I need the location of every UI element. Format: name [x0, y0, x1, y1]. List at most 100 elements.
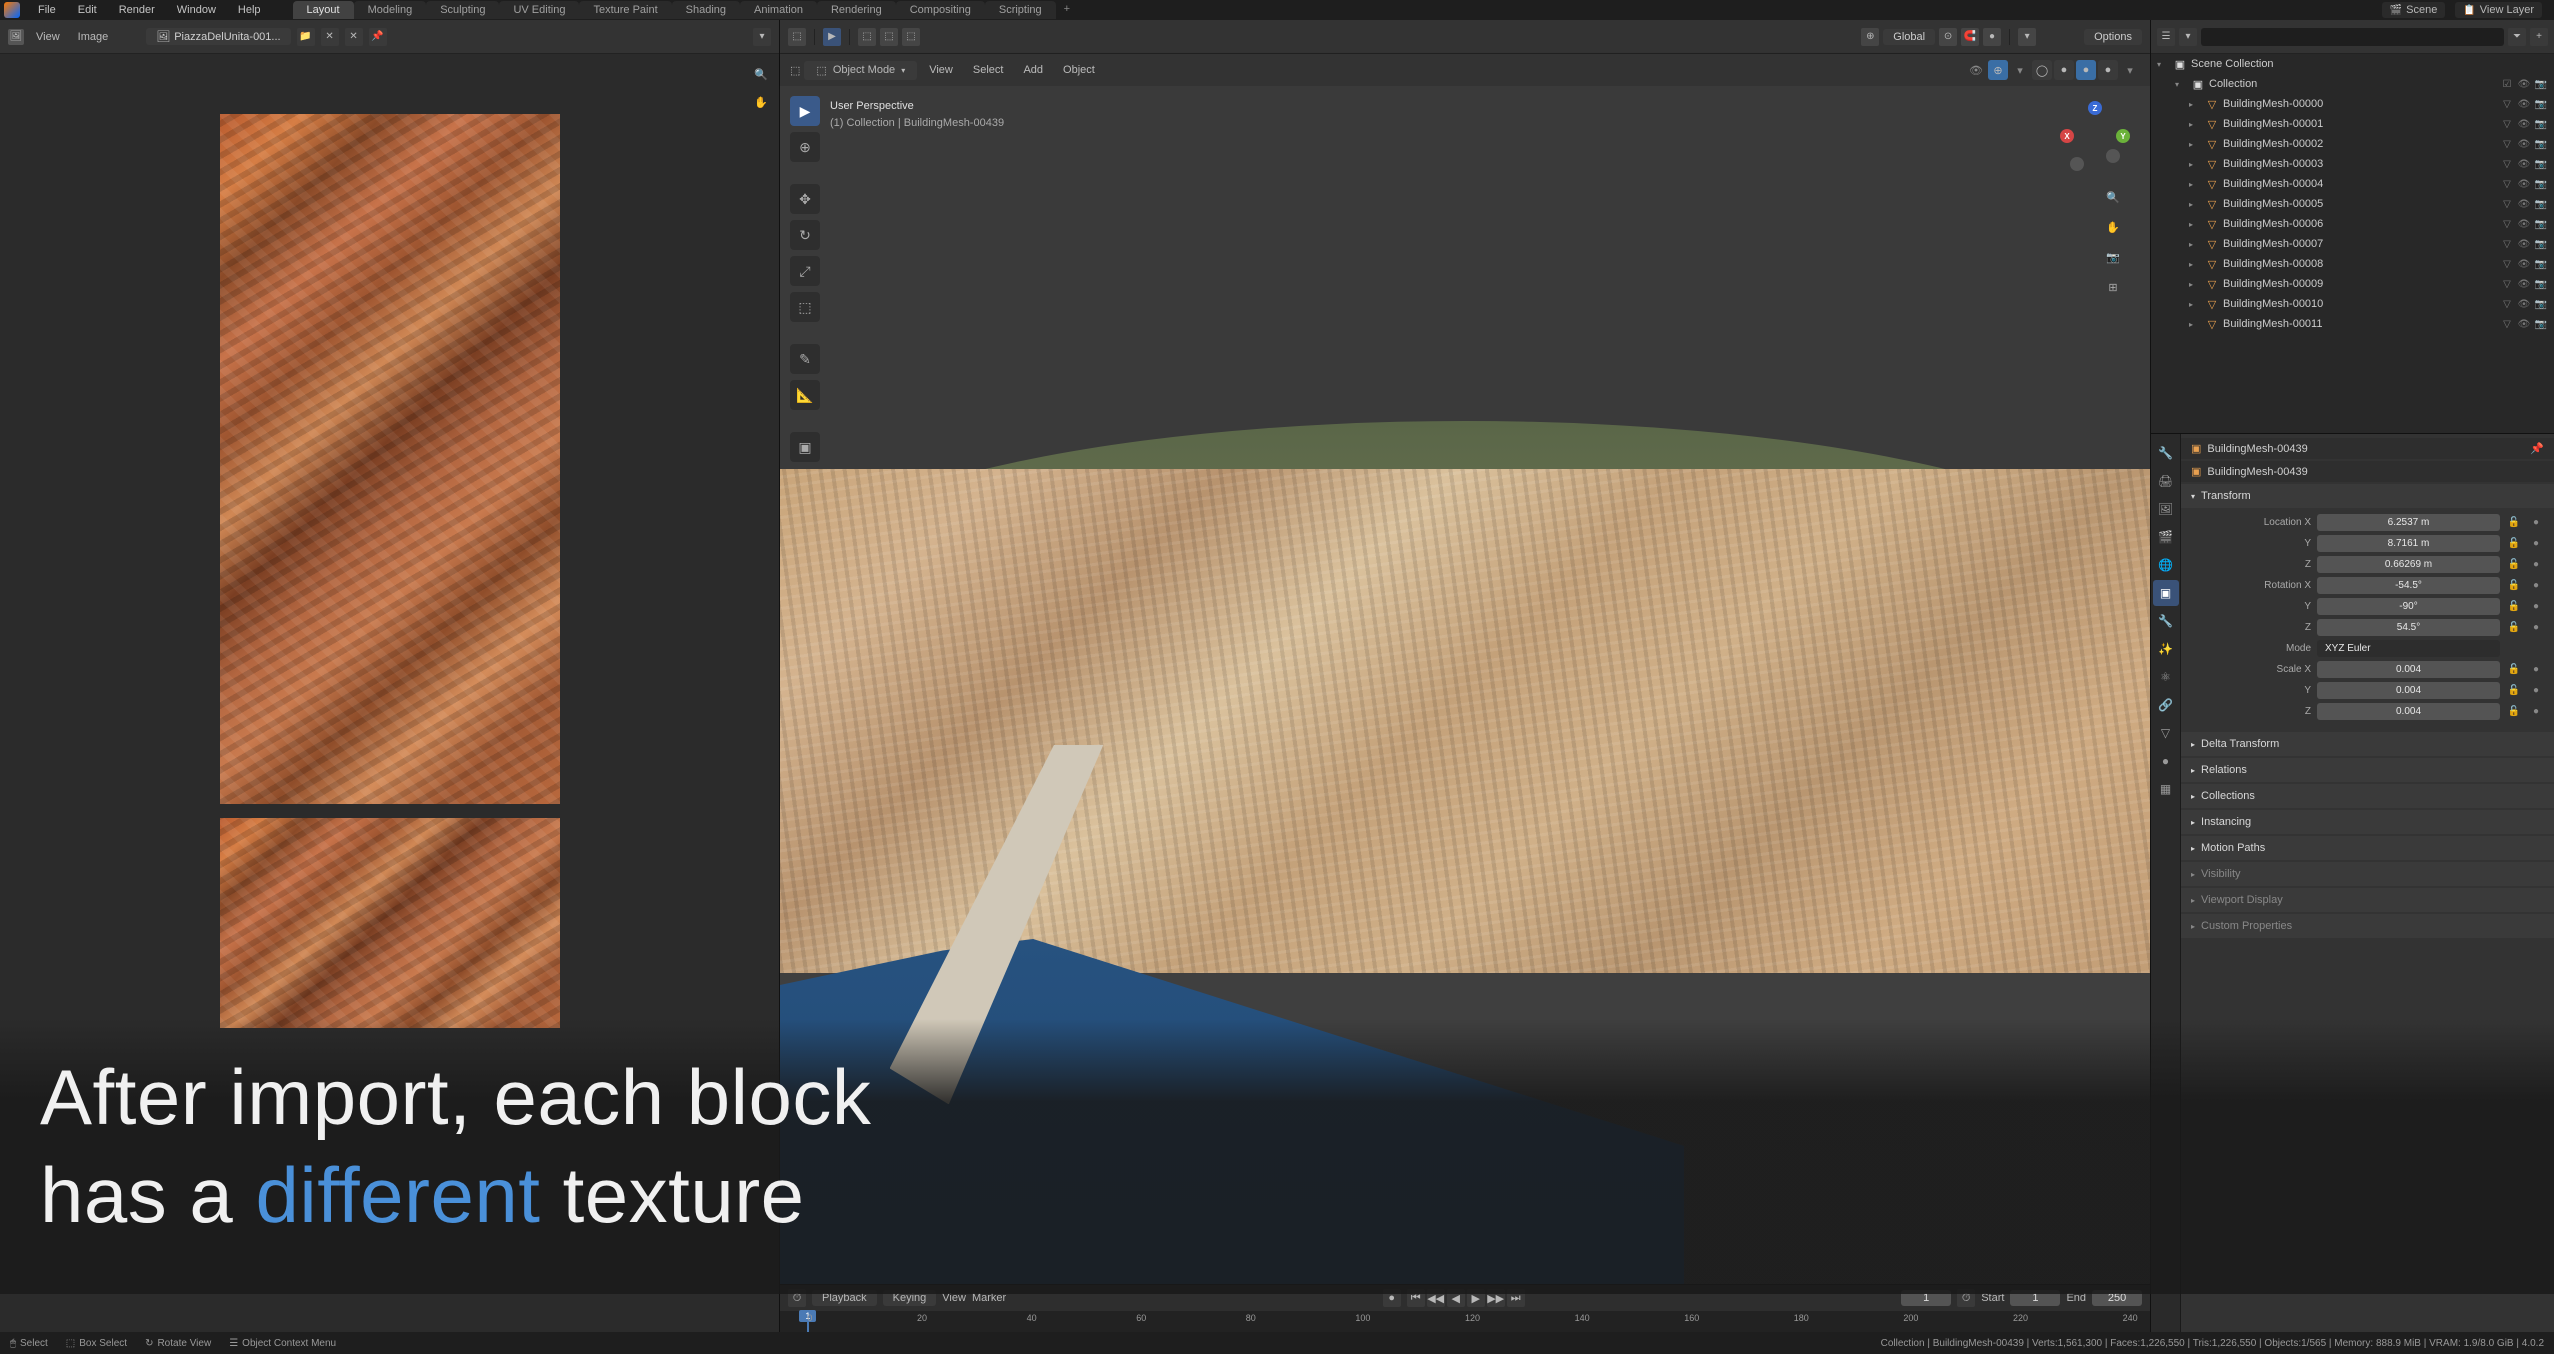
outliner-item[interactable]: ▸▽BuildingMesh-00008▽👁📷: [2151, 254, 2554, 274]
rotation-z-field[interactable]: 54.5°: [2317, 619, 2500, 636]
ptab-texture[interactable]: ▦: [2153, 776, 2179, 802]
location-y-field[interactable]: 8.7161 m: [2317, 535, 2500, 552]
restrict-select-icon[interactable]: ▽: [2500, 119, 2514, 130]
lock-icon[interactable]: 🔓: [2506, 517, 2522, 528]
end-frame-field[interactable]: 250: [2092, 1290, 2142, 1306]
ptab-physics[interactable]: ⚛: [2153, 664, 2179, 690]
disable-render-icon[interactable]: 📷: [2534, 219, 2548, 230]
viewport-3d-region[interactable]: ▶ ⊕ ✥ ↻ ⤢ ⬚ ✎ 📐 ▣ User Perspective (1) C…: [780, 86, 2150, 1284]
pan-view-icon[interactable]: ✋: [2102, 216, 2124, 238]
shading-solid[interactable]: ●: [2054, 60, 2074, 80]
image-image-menu[interactable]: Image: [72, 31, 115, 43]
scale-z-field[interactable]: 0.004: [2317, 703, 2500, 720]
zoom-icon[interactable]: 🔍: [751, 64, 771, 84]
outliner-item[interactable]: ▸▽BuildingMesh-00007▽👁📷: [2151, 234, 2554, 254]
rotate-tool[interactable]: ↻: [790, 220, 820, 250]
location-z-field[interactable]: 0.66269 m: [2317, 556, 2500, 573]
xray-toggle[interactable]: ▾: [2010, 60, 2030, 80]
restrict-select-icon[interactable]: ▽: [2500, 239, 2514, 250]
hide-icon[interactable]: 👁: [2517, 159, 2531, 170]
next-key-icon[interactable]: ▶▶: [1487, 1289, 1505, 1307]
outliner-item[interactable]: ▸▽BuildingMesh-00003▽👁📷: [2151, 154, 2554, 174]
outliner-item[interactable]: ▸▽BuildingMesh-00000▽👁📷: [2151, 94, 2554, 114]
disable-render-icon[interactable]: 📷: [2534, 99, 2548, 110]
outliner-item[interactable]: ▸▽BuildingMesh-00009▽👁📷: [2151, 274, 2554, 294]
ptab-output[interactable]: 🖨: [2153, 468, 2179, 494]
image-filename-field[interactable]: 🖼PiazzaDelUnita-001...: [146, 28, 290, 45]
property-panel-header[interactable]: ▸Visibility: [2181, 862, 2554, 886]
tab-add-button[interactable]: +: [1056, 1, 1078, 19]
hide-icon[interactable]: 👁: [2517, 139, 2531, 150]
image-pin-button[interactable]: 📌: [369, 28, 387, 46]
image-unlink-button[interactable]: ✕: [321, 28, 339, 46]
restrict-select-icon[interactable]: ▽: [2500, 159, 2514, 170]
disable-render-icon[interactable]: 📷: [2534, 199, 2548, 210]
jump-end-icon[interactable]: ⏭: [1507, 1289, 1525, 1307]
property-panel-header[interactable]: ▸Custom Properties: [2181, 914, 2554, 938]
viewport-editor-icon[interactable]: ⬚: [790, 64, 800, 77]
lock-icon[interactable]: 🔓: [2506, 538, 2522, 549]
outliner-item[interactable]: ▸▽BuildingMesh-00010▽👁📷: [2151, 294, 2554, 314]
tab-layout[interactable]: Layout: [293, 1, 354, 19]
tab-shading[interactable]: Shading: [672, 1, 740, 19]
disable-render-icon[interactable]: 📷: [2534, 239, 2548, 250]
outliner-item[interactable]: ▸▽BuildingMesh-00004▽👁📷: [2151, 174, 2554, 194]
tab-compositing[interactable]: Compositing: [896, 1, 985, 19]
anim-icon[interactable]: ●: [2528, 559, 2544, 570]
outliner-display-mode[interactable]: ▾: [2179, 28, 2197, 46]
hide-icon[interactable]: 👁: [2517, 119, 2531, 130]
transform-tool[interactable]: ⬚: [790, 292, 820, 322]
cursor-tool[interactable]: ⊕: [790, 132, 820, 162]
tab-scripting[interactable]: Scripting: [985, 1, 1056, 19]
select-box-tool[interactable]: ▶: [790, 96, 820, 126]
outliner-search-input[interactable]: [2201, 28, 2504, 46]
outliner-item[interactable]: ▸▽BuildingMesh-00002▽👁📷: [2151, 134, 2554, 154]
hide-icon[interactable]: 👁: [2517, 179, 2531, 190]
rotation-mode-dropdown[interactable]: XYZ Euler: [2317, 640, 2500, 657]
restrict-select-icon[interactable]: ▽: [2500, 219, 2514, 230]
pan-icon[interactable]: ✋: [751, 92, 771, 112]
navigation-gizmo[interactable]: X Y Z: [2060, 101, 2130, 171]
misc-icon[interactable]: ▾: [2018, 28, 2036, 46]
measure-tool[interactable]: 📐: [790, 380, 820, 410]
ptab-modifiers[interactable]: 🔧: [2153, 608, 2179, 634]
editor-type-3d-icon[interactable]: ⬚: [788, 28, 806, 46]
outliner-collection[interactable]: ▾ ▣ Collection ☑👁📷: [2151, 74, 2554, 94]
property-panel-header[interactable]: ▸Viewport Display: [2181, 888, 2554, 912]
image-view-menu[interactable]: View: [30, 31, 66, 43]
orientation-icon[interactable]: ⊕: [1861, 28, 1879, 46]
zoom-view-icon[interactable]: 🔍: [2102, 186, 2124, 208]
outliner-filter-icon[interactable]: ⏷: [2508, 28, 2526, 46]
viewlayer-selector[interactable]: 📋View Layer: [2455, 2, 2542, 18]
select-tool-icon[interactable]: ▶: [823, 28, 841, 46]
restrict-select-icon[interactable]: ▽: [2500, 299, 2514, 310]
disable-render-icon[interactable]: 📷: [2534, 319, 2548, 330]
axis-neg2[interactable]: [2070, 157, 2084, 171]
move-tool[interactable]: ✥: [790, 184, 820, 214]
outliner[interactable]: ▾▣ Scene Collection ▾ ▣ Collection ☑👁📷 ▸…: [2151, 54, 2554, 434]
timeline-ruler[interactable]: 020406080100120140160180200220240: [780, 1311, 2150, 1332]
ptab-constraints[interactable]: 🔗: [2153, 692, 2179, 718]
disable-render-icon[interactable]: 📷: [2534, 259, 2548, 270]
anim-icon[interactable]: ●: [2528, 685, 2544, 696]
outliner-item[interactable]: ▸▽BuildingMesh-00011▽👁📷: [2151, 314, 2554, 334]
options-dropdown[interactable]: Options: [2084, 29, 2142, 45]
shading-material[interactable]: ●: [2076, 60, 2096, 80]
object-menu[interactable]: Object: [1055, 64, 1103, 76]
menu-render[interactable]: Render: [109, 2, 165, 18]
snap-mode-icon[interactable]: ⬚: [880, 28, 898, 46]
pivot-icon[interactable]: ⊙: [1939, 28, 1957, 46]
mode-selector[interactable]: ⬚Object Mode▾: [804, 61, 917, 80]
add-menu[interactable]: Add: [1015, 64, 1051, 76]
axis-z[interactable]: Z: [2088, 101, 2102, 115]
disable-render-icon[interactable]: 📷: [2534, 139, 2548, 150]
property-panel-header[interactable]: ▸Motion Paths: [2181, 836, 2554, 860]
ptab-render[interactable]: 🔧: [2153, 440, 2179, 466]
image-browse-button[interactable]: 📁: [297, 28, 315, 46]
tab-sculpting[interactable]: Sculpting: [426, 1, 499, 19]
lock-icon[interactable]: 🔓: [2506, 706, 2522, 717]
ptab-world[interactable]: 🌐: [2153, 552, 2179, 578]
lock-icon[interactable]: 🔓: [2506, 601, 2522, 612]
disable-render-icon[interactable]: 📷: [2534, 159, 2548, 170]
shading-dropdown[interactable]: ▾: [2120, 60, 2140, 80]
